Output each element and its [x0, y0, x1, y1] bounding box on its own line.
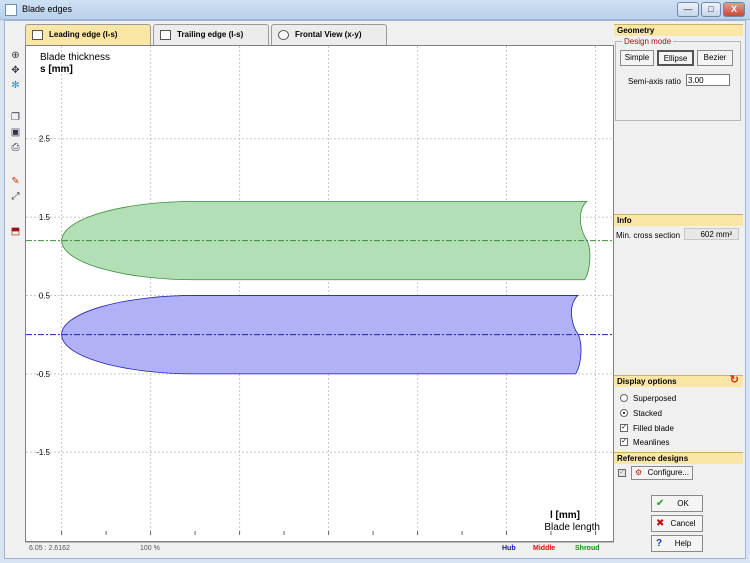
x-tick-label: 0 [59, 540, 64, 541]
copy-icon[interactable]: ❐ [9, 111, 22, 124]
configure-button[interactable]: ⚙ Configure... [631, 466, 693, 480]
pan-icon[interactable]: ✥ [9, 64, 22, 77]
refresh-icon[interactable]: ↻ [730, 375, 739, 386]
y-tick-label: 2.5 [39, 135, 51, 144]
meanlines-checkbox[interactable]: ✓ [620, 438, 628, 446]
ok-button[interactable]: ✔ OK [651, 495, 703, 512]
cross-icon: ✖ [656, 518, 665, 529]
chart-icon [160, 30, 171, 40]
min-cross-section-value: 602 mm² [684, 228, 739, 240]
legend-hub: Hub [502, 545, 516, 552]
y-axis-label: s [mm] [40, 64, 73, 75]
x-tick-label: 6 [593, 540, 598, 541]
y-tick-label: 1.5 [39, 213, 51, 222]
cancel-label: Cancel [670, 519, 696, 528]
chart-icon [32, 30, 43, 40]
reference-checkbox[interactable]: ✓ [618, 469, 626, 477]
chart-title: Blade thickness [40, 52, 110, 63]
configure-icon: ⚙ [635, 468, 643, 477]
y-tick-label: -1.5 [36, 448, 50, 457]
display-options-header: Display options ↻ [614, 375, 743, 387]
design-mode-label: Design mode [622, 37, 674, 46]
save-icon[interactable]: ▣ [9, 126, 22, 139]
configure-label: Configure... [647, 468, 689, 477]
tab-trailing-edge[interactable]: Trailing edge (l-s) [153, 24, 269, 45]
x-tick-label: 1 [148, 540, 153, 541]
mode-bezier-button[interactable]: Bezier [697, 50, 733, 66]
y-tick-label: 0.5 [39, 291, 51, 300]
tab-leading-edge[interactable]: Leading edge (l-s) [25, 24, 151, 46]
legend-middle: Middle [533, 545, 556, 552]
meanlines-label: Meanlines [633, 438, 670, 447]
superposed-radio[interactable] [620, 394, 628, 402]
zoom-level: 100 % [140, 545, 160, 552]
measure-icon[interactable]: ⤢ [9, 190, 22, 203]
tab-trailing-edge-label: Trailing edge (l-s) [177, 30, 244, 39]
legend-shroud: Shroud [575, 545, 600, 552]
print-icon[interactable]: ⎙ [9, 141, 22, 154]
geometry-header: Geometry [614, 24, 743, 36]
cancel-button[interactable]: ✖ Cancel [651, 515, 703, 532]
app-icon [5, 4, 17, 16]
x-tick-label: 5 [504, 540, 509, 541]
title-bar: Blade edges — □ X [0, 0, 750, 20]
blade-edge-plot[interactable]: 0 1 2 3 4 5 6 2.5 1.5 0.5 -0.5 -1.5 Blade thickness… [25, 45, 614, 542]
minimize-button[interactable]: — [677, 2, 699, 17]
y-tick-label: -0.5 [36, 370, 50, 379]
stacked-label: Stacked [633, 409, 662, 418]
x-tick-label: 4 [415, 540, 420, 541]
window-title: Blade edges [22, 4, 73, 14]
reference-designs-header: Reference designs [614, 452, 743, 464]
filled-blade-label: Filled blade [633, 424, 674, 433]
x-axis-label-secondary: Blade length [544, 522, 600, 533]
mode-ellipse-button[interactable]: Ellipse [657, 50, 694, 66]
design-mode-group: Design mode Simple Ellipse Bezier Semi-a… [615, 37, 741, 121]
stacked-radio[interactable] [620, 409, 628, 417]
help-label: Help [674, 539, 692, 548]
chart-svg: 0 1 2 3 4 5 6 2.5 1.5 0.5 -0.5 -1.5 Blade thickness… [26, 46, 613, 541]
zoom-icon[interactable]: ⊕ [9, 49, 22, 62]
x-axis-label: l [mm] [550, 510, 580, 521]
semi-axis-ratio-input[interactable] [686, 74, 730, 86]
x-tick-label: 3 [326, 540, 331, 541]
semi-axis-label: Semi-axis ratio [628, 77, 681, 86]
help-icon: ? [656, 538, 663, 549]
close-button[interactable]: X [723, 2, 745, 17]
info-header: Info [614, 214, 743, 226]
x-tick-label: 2 [237, 540, 242, 541]
filled-blade-checkbox[interactable]: ✓ [620, 424, 628, 432]
cursor-coords: 6.05 : 2.6162 [29, 545, 70, 552]
ok-label: OK [677, 499, 689, 508]
checkmark-icon: ✔ [656, 498, 665, 509]
min-cross-section-label: Min. cross section [616, 231, 681, 240]
status-bar: 6.05 : 2.6162 100 % Hub Middle Shroud [25, 542, 614, 556]
tab-frontal-view-label: Frontal View (x-y) [295, 30, 362, 39]
window-frame: Leading edge (l-s) Trailing edge (l-s) F… [4, 20, 746, 559]
superposed-label: Superposed [633, 394, 677, 403]
tab-frontal-view[interactable]: Frontal View (x-y) [271, 24, 387, 45]
mode-simple-button[interactable]: Simple [620, 50, 654, 66]
maximize-button[interactable]: □ [701, 2, 721, 17]
display-options-title: Display options [617, 377, 677, 386]
help-button[interactable]: ? Help [651, 535, 703, 552]
export-icon[interactable]: ⬒ [9, 225, 22, 238]
paint-icon[interactable]: ✎ [9, 175, 22, 188]
tab-leading-edge-label: Leading edge (l-s) [49, 30, 118, 39]
snowflake-icon[interactable]: ✻ [9, 79, 22, 92]
spiral-icon [278, 30, 289, 40]
